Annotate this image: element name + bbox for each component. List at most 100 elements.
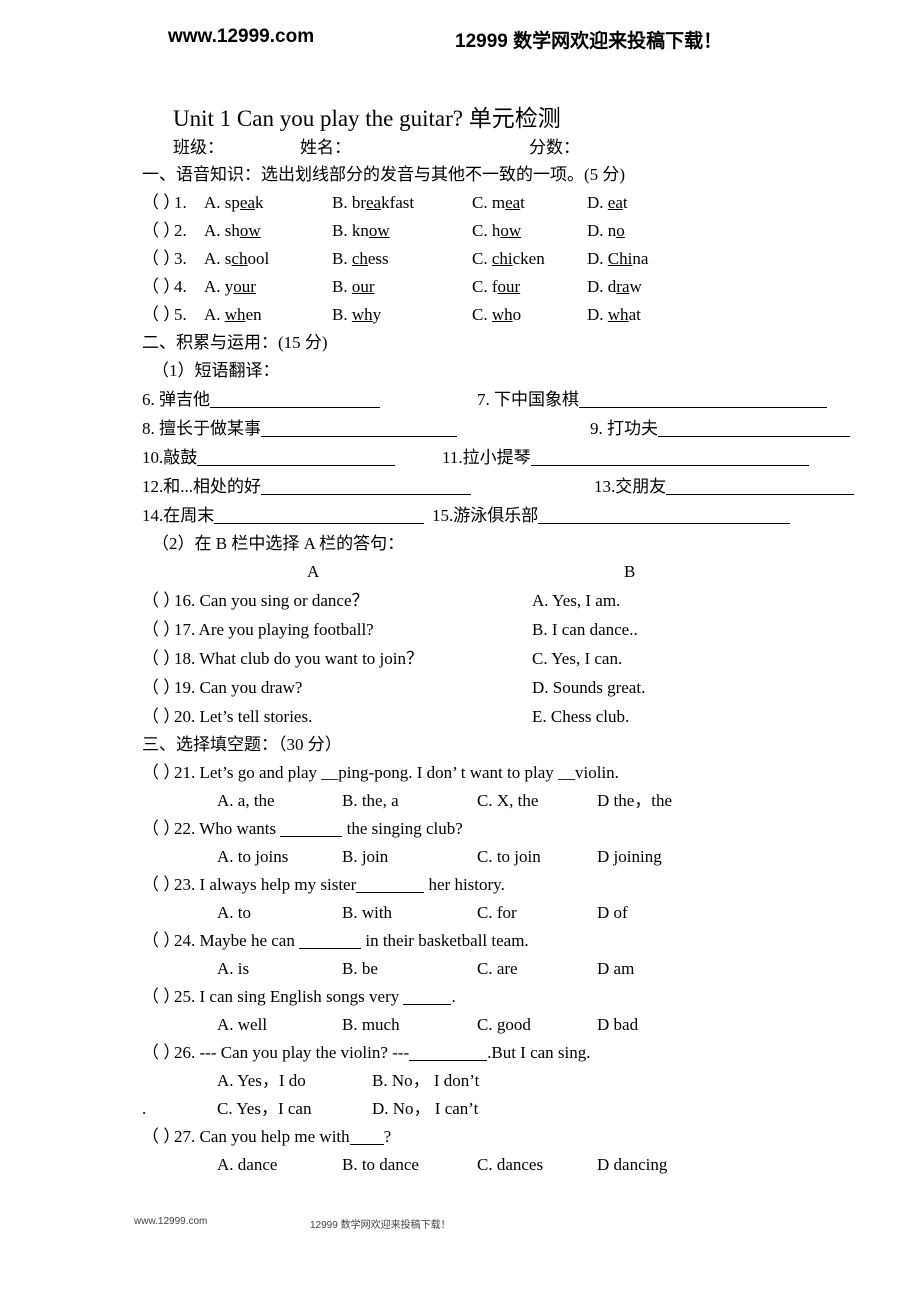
translation-prompt-right: 9. 打功夫 xyxy=(590,414,850,443)
answer-blank[interactable] xyxy=(356,876,425,893)
answer-blank[interactable] xyxy=(579,390,827,408)
section-3-heading: 三、选择填空题：（30 分） xyxy=(142,735,342,754)
matching-row: （ ） 18. What club do you want to join？ C. … xyxy=(142,644,920,673)
match-answer-option[interactable]: D. Sounds great. xyxy=(532,673,645,702)
mc-option-d[interactable]: D dancing xyxy=(597,1151,667,1179)
translation-prompt-right: 13.交朋友 xyxy=(594,472,855,501)
footer-site-url: www.12999.com xyxy=(134,1216,208,1227)
mc-question-text: 21. Let’s go and play __ping-pong. I don… xyxy=(174,763,619,782)
phonetics-option-b[interactable]: B. know xyxy=(332,217,390,245)
underlined-sound: ch xyxy=(231,249,248,268)
mc-option-c[interactable]: C. dances xyxy=(477,1151,543,1179)
answer-blank[interactable] xyxy=(261,419,457,437)
phonetics-option-d[interactable]: D. no xyxy=(587,217,625,245)
mc-question-row: （ ） 24. Maybe he can in their basketball … xyxy=(142,927,920,955)
underlined-sound: ow xyxy=(500,221,522,240)
answer-blank[interactable] xyxy=(538,506,791,524)
mc-option-b[interactable]: B. with xyxy=(342,899,392,927)
mc-option-d[interactable]: D of xyxy=(597,899,628,927)
mc-option-a[interactable]: A. well xyxy=(217,1011,267,1039)
underlined-sound: ea xyxy=(505,193,521,212)
phonetics-option-a[interactable]: A. your xyxy=(204,273,256,301)
answer-blank[interactable] xyxy=(403,988,452,1005)
mc-option-b[interactable]: B. be xyxy=(342,955,378,983)
mc-option-b[interactable]: B. No， I don’t xyxy=(372,1067,479,1095)
class-label: 班级： xyxy=(173,138,224,157)
phonetics-option-d[interactable]: D. draw xyxy=(587,273,642,301)
mc-question-text: 23. I always help my sister her history. xyxy=(174,875,505,894)
phonetics-option-a[interactable]: A. show xyxy=(204,217,261,245)
mc-option-c[interactable]: C. to join xyxy=(477,843,541,871)
name-label: 姓名： xyxy=(300,138,351,157)
page-title: Unit 1 Can you play the guitar? 单元检测 xyxy=(173,106,561,131)
match-answer-option[interactable]: C. Yes, I can. xyxy=(532,644,622,673)
answer-blank[interactable] xyxy=(299,932,362,949)
phonetics-option-b[interactable]: B. why xyxy=(332,301,381,329)
multiple-choice-questions: （ ） 21. Let’s go and play __ping-pong. I … xyxy=(0,759,920,1179)
mc-option-b[interactable]: B. the, a xyxy=(342,787,399,815)
underlined-sound: our xyxy=(233,277,256,296)
mc-option-d[interactable]: D. No， I can’t xyxy=(372,1095,478,1123)
phonetics-option-c[interactable]: C. four xyxy=(472,273,520,301)
mc-option-d[interactable]: D bad xyxy=(597,1011,638,1039)
mc-option-c[interactable]: C. good xyxy=(477,1011,531,1039)
phonetics-option-b[interactable]: B. breakfast xyxy=(332,189,414,217)
answer-blank[interactable] xyxy=(666,477,855,495)
question-number: 3. xyxy=(174,249,187,268)
mc-option-c[interactable]: C. for xyxy=(477,899,517,927)
phonetics-option-b[interactable]: B. chess xyxy=(332,245,389,273)
phonetics-option-d[interactable]: D. what xyxy=(587,301,641,329)
mc-option-d[interactable]: D the，the xyxy=(597,787,672,815)
translation-row: 12.和...相处的好 13.交朋友 xyxy=(142,472,920,501)
answer-blank[interactable] xyxy=(409,1044,488,1061)
phonetics-option-b[interactable]: B. our xyxy=(332,273,375,301)
footer-promo-text: 12999 数学网欢迎来投稿下载！ xyxy=(310,1220,451,1231)
phonetics-option-c[interactable]: C. chicken xyxy=(472,245,545,273)
section-2-part2-heading: （2）在 B 栏中选择 A 栏的答句： xyxy=(152,534,405,553)
match-answer-option[interactable]: B. I can dance.. xyxy=(532,615,638,644)
answer-blank[interactable] xyxy=(210,390,380,408)
mc-option-a[interactable]: A. dance xyxy=(217,1151,277,1179)
match-answer-option[interactable]: E. Chess club. xyxy=(532,702,629,731)
mc-option-a[interactable]: A. a, the xyxy=(217,787,275,815)
mc-option-d[interactable]: D am xyxy=(597,955,634,983)
mc-option-a[interactable]: A. to xyxy=(217,899,251,927)
match-question: 16. Can you sing or dance？ xyxy=(174,591,369,610)
phonetics-option-a[interactable]: A. speak xyxy=(204,189,264,217)
answer-blank[interactable] xyxy=(658,419,850,437)
phonetics-option-d[interactable]: D. China xyxy=(587,245,648,273)
mc-question-row: （ ） 27. Can you help me with? xyxy=(142,1123,920,1151)
header-promo-text: 12999 数学网欢迎来投稿下载！ xyxy=(455,31,723,52)
answer-blank[interactable] xyxy=(214,506,425,524)
mc-option-a[interactable]: A. is xyxy=(217,955,249,983)
mc-option-c[interactable]: C. Yes，I can xyxy=(217,1095,311,1123)
phonetics-option-a[interactable]: A. when xyxy=(204,301,262,329)
mc-option-b[interactable]: B. to dance xyxy=(342,1151,419,1179)
mc-option-c[interactable]: C. X, the xyxy=(477,787,538,815)
matching-rows: （ ） 16. Can you sing or dance？ A. Yes, I a… xyxy=(0,586,920,731)
answer-blank[interactable] xyxy=(349,1128,384,1145)
phonetics-option-d[interactable]: D. eat xyxy=(587,189,628,217)
phonetics-option-c[interactable]: C. how xyxy=(472,217,521,245)
phonetics-option-a[interactable]: A. school xyxy=(204,245,269,273)
mc-question-text: 27. Can you help me with? xyxy=(174,1127,392,1146)
answer-blank[interactable] xyxy=(280,820,343,837)
mc-question-text: 25. I can sing English songs very . xyxy=(174,987,456,1006)
mc-option-c[interactable]: C. are xyxy=(477,955,518,983)
answer-blank[interactable] xyxy=(530,448,809,466)
document-body: Unit 1 Can you play the guitar? 单元检测 班级：… xyxy=(0,104,920,1179)
mc-question-text: 26. --- Can you play the violin? --- .But… xyxy=(174,1043,591,1062)
mc-option-d[interactable]: D joining xyxy=(597,843,662,871)
phonetics-option-c[interactable]: C. meat xyxy=(472,189,525,217)
underlined-sound: ra xyxy=(616,277,630,296)
answer-blank[interactable] xyxy=(261,477,471,495)
header-site-url: www.12999.com xyxy=(168,26,315,47)
mc-option-a[interactable]: A. to joins xyxy=(217,843,288,871)
phonetics-option-c[interactable]: C. who xyxy=(472,301,521,329)
mc-option-b[interactable]: B. join xyxy=(342,843,388,871)
mc-option-a[interactable]: A. Yes，I do xyxy=(217,1067,306,1095)
mc-options-row: A. Yes，I do B. No， I don’t xyxy=(142,1067,920,1095)
answer-blank[interactable] xyxy=(197,448,396,466)
mc-option-b[interactable]: B. much xyxy=(342,1011,400,1039)
match-answer-option[interactable]: A. Yes, I am. xyxy=(532,586,620,615)
